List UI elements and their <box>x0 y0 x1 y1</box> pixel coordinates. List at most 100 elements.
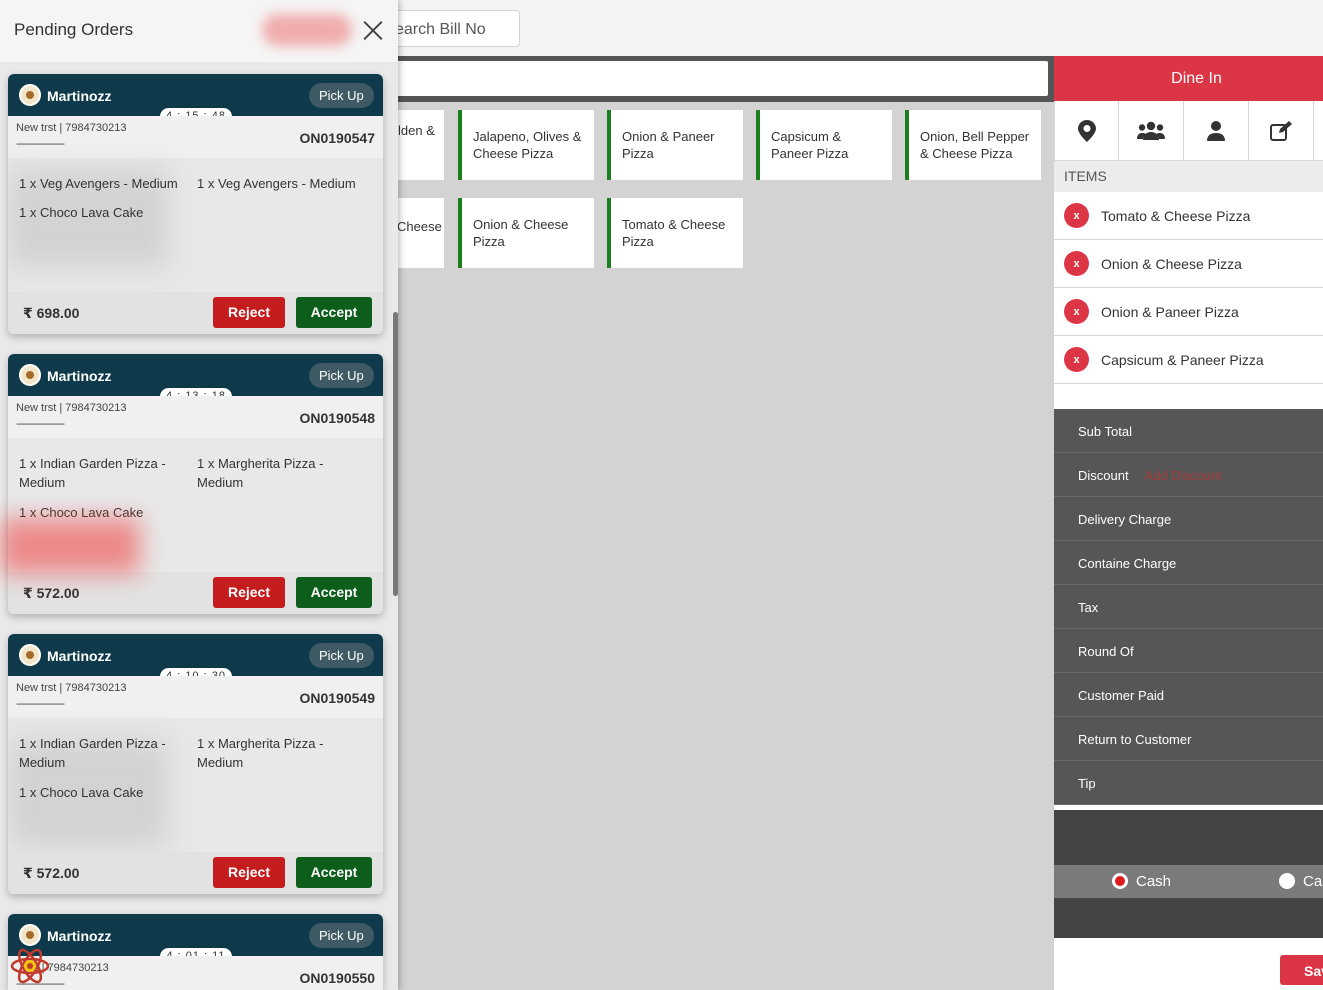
total-label: Round Of <box>1078 644 1134 659</box>
total-label: Containe Charge <box>1078 556 1177 571</box>
remove-item-button[interactable]: x <box>1064 347 1089 372</box>
drawer-scrollbar[interactable] <box>393 312 398 596</box>
bill-totals: Sub Total Discount Add Discount Delivery … <box>1054 409 1323 805</box>
line-item: 1 x Choco Lava Cake <box>19 785 144 800</box>
menu-item-tile[interactable]: Onion & Cheese Pizza <box>458 198 594 268</box>
menu-item-tile[interactable]: Onion & Paneer Pizza <box>607 110 743 180</box>
order-number: ON0190548 <box>299 410 375 426</box>
order-action-icons <box>1054 101 1323 161</box>
menu-item-label: Onion, Bell Pepper & Cheese Pizza <box>920 129 1030 161</box>
order-type-badge: Pick Up <box>309 923 374 948</box>
dine-in-button[interactable]: Dine In <box>1054 56 1323 101</box>
line-item: 1 x Veg Avengers - Medium <box>19 176 178 191</box>
close-icon[interactable] <box>362 19 384 41</box>
accept-button[interactable]: Accept <box>296 577 372 608</box>
tax-row: Tax <box>1054 585 1323 629</box>
items-header: ITEMS <box>1054 161 1323 192</box>
reject-button[interactable]: Reject <box>213 857 285 888</box>
order-card: Martinozz Pick Up 4 : 10 : 30 New trst |… <box>8 634 383 894</box>
order-card-header: Martinozz Pick Up 4 : 10 : 30 <box>8 634 383 685</box>
menu-item-label: Jalapeno, Olives & Cheese Pizza <box>473 129 582 161</box>
round-off-row: Round Of <box>1054 629 1323 673</box>
order-footer: ₹ 572.00 Reject Accept <box>8 852 383 894</box>
menu-item-label: Capsicum & Paneer Pizza <box>771 129 849 161</box>
react-devtools-icon[interactable] <box>10 946 50 986</box>
line-item: 1 x Indian Garden Pizza - Medium <box>19 736 166 770</box>
order-customer-row: st | 7984730213 ------------------ ON019… <box>8 956 383 990</box>
order-type-badge: Pick Up <box>309 643 374 668</box>
order-card-header: Martinozz Pick Up 4 : 13 : 18 <box>8 354 383 405</box>
order-type-badge: Pick Up <box>309 363 374 388</box>
cart-item-name: Tomato & Cheese Pizza <box>1101 207 1251 224</box>
brand-name: Martinozz <box>47 648 112 664</box>
order-number: ON0190547 <box>299 130 375 146</box>
payment-methods: Cash Ca <box>1054 865 1323 898</box>
cash-radio[interactable] <box>1112 873 1128 889</box>
cart-item-name: Onion & Cheese Pizza <box>1101 255 1242 272</box>
total-label: Sub Total <box>1078 424 1132 439</box>
edit-icon[interactable] <box>1249 101 1314 160</box>
brand-name: Martinozz <box>47 368 112 384</box>
blur-overlay <box>0 518 140 574</box>
total-label: Discount <box>1078 468 1129 483</box>
menu-item-label: Onion & Paneer Pizza <box>622 129 715 161</box>
cart-item-name: Capsicum & Paneer Pizza <box>1101 351 1264 368</box>
remove-item-button[interactable]: x <box>1064 203 1089 228</box>
cart-item-name: Onion & Paneer Pizza <box>1101 303 1239 320</box>
group-icon[interactable] <box>1119 101 1184 160</box>
cart-item: x Tomato & Cheese Pizza <box>1054 192 1323 240</box>
cart-item: x Onion & Cheese Pizza <box>1054 240 1323 288</box>
order-items: 1 x Indian Garden Pizza - Medium 1 x Mar… <box>8 718 383 852</box>
subtotal-row: Sub Total <box>1054 409 1323 453</box>
user-icon[interactable] <box>1184 101 1249 160</box>
separator: ------------------ <box>16 418 65 430</box>
order-card: Martinozz Pick Up 4 : 01 : 11 st | 79847… <box>8 914 383 990</box>
brand-name: Martinozz <box>47 88 112 104</box>
menu-item-tile[interactable]: Jalapeno, Olives & Cheese Pizza <box>458 110 594 180</box>
customer-info: New trst | 7984730213 <box>16 402 127 414</box>
order-customer-row: New trst | 7984730213 ------------------… <box>8 676 383 718</box>
order-items: 1 x Veg Avengers - Medium 1 x Veg Avenge… <box>8 158 383 292</box>
order-footer: ₹ 572.00 Reject Accept <box>8 572 383 614</box>
separator: ------------------ <box>16 698 65 710</box>
location-icon[interactable] <box>1054 101 1119 160</box>
search-bill-input[interactable]: earch Bill No <box>380 10 520 47</box>
pending-orders-drawer: Pending Orders Martinozz Pick Up 4 : 15 … <box>0 0 398 990</box>
grand-total-block <box>1054 810 1323 865</box>
save-button[interactable]: Sav <box>1280 955 1323 985</box>
line-item: 1 x Margherita Pizza - Medium <box>197 736 324 770</box>
cart-item: x Capsicum & Paneer Pizza <box>1054 336 1323 384</box>
order-total: ₹ 698.00 <box>23 305 80 321</box>
menu-item-tile[interactable]: Onion, Bell Pepper & Cheese Pizza <box>905 110 1041 180</box>
drawer-header: Pending Orders <box>0 0 398 62</box>
menu-item-label: Cheese <box>397 219 442 234</box>
menu-item-tile[interactable]: Tomato & Cheese Pizza <box>607 198 743 268</box>
cart-item: x Onion & Paneer Pizza <box>1054 288 1323 336</box>
total-label: Return to Customer <box>1078 732 1192 747</box>
item-search-input[interactable] <box>380 61 1048 96</box>
line-item: 1 x Choco Lava Cake <box>19 205 144 220</box>
brand-logo-icon <box>19 84 41 106</box>
customer-info: New trst | 7984730213 <box>16 122 127 134</box>
accept-button[interactable]: Accept <box>296 297 372 328</box>
remove-item-button[interactable]: x <box>1064 251 1089 276</box>
order-type-badge: Pick Up <box>309 83 374 108</box>
menu-item-tile[interactable]: Capsicum & Paneer Pizza <box>756 110 892 180</box>
menu-item-label: Tomato & Cheese Pizza <box>622 217 726 249</box>
add-discount-link[interactable]: Add Discount <box>1145 468 1222 483</box>
order-card-header: Martinozz Pick Up 4 : 15 : 48 <box>8 74 383 125</box>
reject-button[interactable]: Reject <box>213 297 285 328</box>
brand-logo-icon <box>19 644 41 666</box>
order-number: ON0190549 <box>299 690 375 706</box>
reject-button[interactable]: Reject <box>213 577 285 608</box>
order-total: ₹ 572.00 <box>23 585 80 601</box>
accept-button[interactable]: Accept <box>296 857 372 888</box>
total-label: Delivery Charge <box>1078 512 1172 527</box>
brand-name: Martinozz <box>47 928 112 944</box>
drawer-title: Pending Orders <box>14 20 134 39</box>
card-radio[interactable] <box>1279 873 1295 889</box>
customer-paid-row: Customer Paid <box>1054 673 1323 717</box>
separator: ------------------ <box>16 138 65 150</box>
menu-item-label: Onion & Cheese Pizza <box>473 217 569 249</box>
remove-item-button[interactable]: x <box>1064 299 1089 324</box>
